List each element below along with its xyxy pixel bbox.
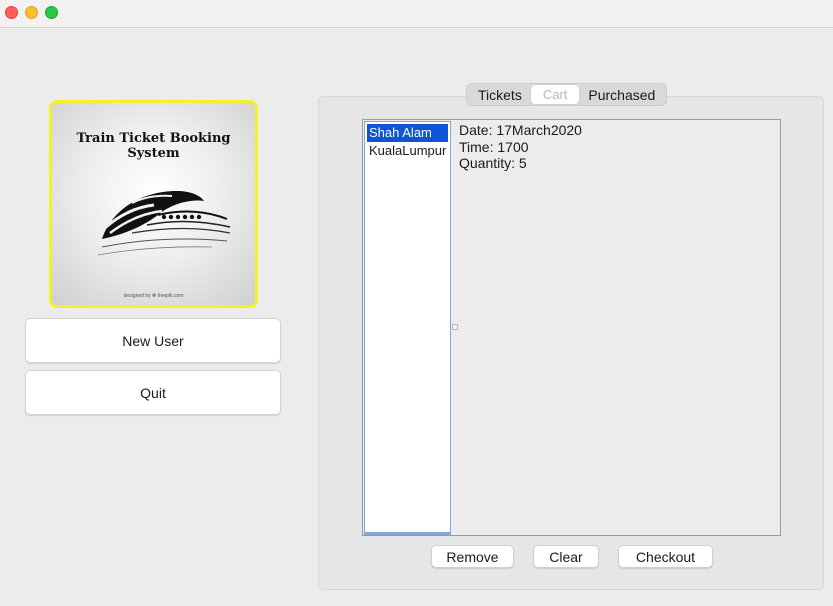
close-window-button[interactable] xyxy=(5,6,18,19)
logo-credit: designed by ❁ freepik.com xyxy=(123,293,184,299)
detail-date: Date: 17March2020 xyxy=(459,122,582,138)
clear-button[interactable]: Clear xyxy=(533,545,599,568)
detail-quantity: Quantity: 5 xyxy=(459,155,527,171)
tab-bar: Tickets Cart Purchased xyxy=(466,83,668,106)
logo-title: Train Ticket Booking System xyxy=(76,131,231,161)
tab-cart[interactable]: Cart xyxy=(530,85,580,104)
list-item[interactable]: Shah Alam xyxy=(367,124,448,142)
train-icon xyxy=(97,191,231,256)
tab-purchased[interactable]: Purchased xyxy=(579,85,664,104)
new-user-button[interactable]: New User xyxy=(25,318,281,363)
window-titlebar xyxy=(0,0,833,28)
tab-tickets[interactable]: Tickets xyxy=(469,85,531,104)
cart-items-list[interactable]: Shah Alam KualaLumpur xyxy=(364,121,451,535)
split-pane-divider[interactable] xyxy=(452,324,458,330)
app-logo: Train Ticket Booking System designed by … xyxy=(49,100,258,308)
remove-button[interactable]: Remove xyxy=(431,545,514,568)
checkout-button[interactable]: Checkout xyxy=(618,545,713,568)
minimize-window-button[interactable] xyxy=(25,6,38,19)
list-item[interactable]: KualaLumpur xyxy=(367,142,448,160)
detail-time: Time: 1700 xyxy=(459,138,529,155)
zoom-window-button[interactable] xyxy=(45,6,58,19)
quit-button[interactable]: Quit xyxy=(25,370,281,415)
ticket-details: Date: 17March2020 Time: 1700 Quantity: 5 xyxy=(459,122,582,172)
